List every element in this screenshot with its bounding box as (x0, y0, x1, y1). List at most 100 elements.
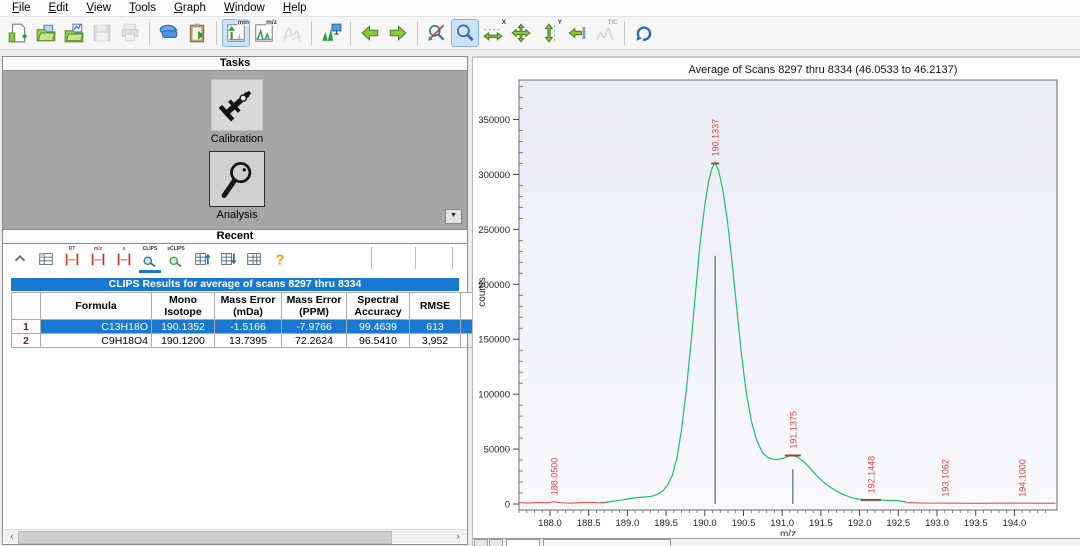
col-rmse[interactable]: RMSE (410, 293, 461, 320)
spectrum-view-button[interactable]: m/z (251, 20, 277, 46)
cell-mono-isotope[interactable]: 190.1200 (152, 334, 215, 348)
sclips-button[interactable]: sCLIPS (165, 248, 187, 270)
help-icon: ? (271, 250, 289, 268)
results-title-bar: CLIPS Results for average of scans 8297 … (11, 278, 459, 291)
peak-label: 192.1448 (866, 456, 876, 494)
toolbar-separator (216, 21, 217, 45)
icon-label: RT (61, 246, 83, 253)
task-analysis[interactable]: Analysis (185, 151, 289, 221)
pan-button[interactable] (508, 20, 534, 46)
toolbar-separator (624, 21, 625, 45)
cell-spectral-accuracy[interactable]: 99.4639 (347, 320, 410, 334)
expand-y-button[interactable]: Y (536, 20, 562, 46)
new-analysis-button[interactable] (5, 20, 31, 46)
task-calibration[interactable]: Calibration (185, 79, 289, 145)
back-button[interactable] (357, 20, 383, 46)
view-tab[interactable] (506, 539, 540, 546)
tab-scroll-right-button[interactable] (489, 539, 503, 546)
menu-file[interactable]: File (3, 2, 40, 14)
cell-rmse[interactable]: 3,952 (410, 334, 461, 348)
x-tick-label: 189.0 (615, 518, 639, 529)
cell-spectral-accuracy[interactable]: 96.5410 (347, 334, 410, 348)
tab-scroll-left-button[interactable] (474, 539, 488, 546)
cell-formula[interactable]: C9H18O4 (41, 334, 152, 348)
menu-view[interactable]: View (77, 2, 120, 14)
spectrum-plot[interactable]: Average of Scans 8297 thru 8334 (46.0533… (473, 58, 1080, 536)
col-mono-isotope[interactable]: Mono Isotope (152, 293, 215, 320)
table-view-button[interactable] (243, 248, 265, 270)
mz-range-button[interactable]: m/z (87, 248, 109, 270)
zoom-button[interactable] (452, 20, 478, 46)
x-tick-label: 188.5 (577, 518, 601, 529)
cell-mass-error-ppm[interactable]: 72.2624 (282, 334, 347, 348)
table-export-up-button[interactable] (191, 248, 213, 270)
results-table: Formula Mono Isotope Mass Error (mDa) Ma… (11, 292, 510, 348)
menu-help[interactable]: Help (274, 2, 316, 14)
view-tab[interactable] (543, 539, 671, 546)
arrow-right-icon (387, 22, 409, 44)
page-new-icon (7, 22, 29, 44)
col-formula[interactable]: Formula (41, 293, 152, 320)
grid-properties-button[interactable] (35, 248, 57, 270)
toolbar-separator (415, 247, 416, 269)
scroll-left-icon[interactable]: ‹ (6, 530, 18, 542)
expand-x-button[interactable]: X (480, 20, 506, 46)
menu-graph[interactable]: Graph (165, 2, 215, 14)
cell-formula[interactable]: C13H18O (41, 320, 152, 334)
cell-rmse[interactable]: 613 (410, 320, 461, 334)
scan-range-button[interactable]: s (113, 248, 135, 270)
help-button[interactable]: ? (269, 248, 291, 270)
rt-range-button[interactable]: RT (61, 248, 83, 270)
x-tick-label: 188.0 (538, 518, 562, 529)
icon-label: m/z (87, 246, 109, 253)
chromatogram-view-button[interactable]: min (223, 20, 249, 46)
grid-icon (37, 250, 55, 268)
cell-mono-isotope[interactable]: 190.1352 (152, 320, 215, 334)
peaks-gray-icon (281, 22, 303, 44)
col-mass-error-ppm[interactable]: Mass Error (PPM) (282, 293, 347, 320)
col-spectral-accuracy[interactable]: Spectral Accuracy (347, 293, 410, 320)
clips-button[interactable]: CLIPS (139, 248, 161, 270)
import-data-button[interactable] (61, 20, 87, 46)
caliper-icon (211, 79, 263, 131)
unzoom-tool-button[interactable] (424, 20, 450, 46)
peak-label: 194.1000 (1018, 459, 1028, 497)
paste-button[interactable] (184, 20, 210, 46)
link-icon (633, 22, 655, 44)
forward-button[interactable] (385, 20, 411, 46)
previous-zoom-button[interactable] (564, 20, 590, 46)
cell-mass-error-mda[interactable]: -1.5166 (215, 320, 282, 334)
recent-header: Recent (3, 230, 467, 244)
zoom-tool-icon (426, 22, 448, 44)
menu-edit[interactable]: Edit (40, 2, 78, 14)
toolbar-separator (452, 247, 453, 269)
y-tick-label: 50000 (484, 445, 510, 456)
collapse-button[interactable] (9, 248, 31, 270)
tic-button: TIC (592, 20, 618, 46)
icon-label: min (237, 19, 249, 26)
magnifier-icon (454, 22, 476, 44)
scroll-right-icon[interactable]: › (452, 530, 464, 542)
col-mass-error-mda[interactable]: Mass Error (mDa) (215, 293, 282, 320)
menu-tools[interactable]: Tools (120, 2, 165, 14)
cell-mass-error-mda[interactable]: 13.7395 (215, 334, 282, 348)
menu-window[interactable]: Window (215, 2, 274, 14)
tasks-dropdown-button[interactable]: ▼ (445, 209, 462, 224)
folder-open-icon (35, 22, 57, 44)
y-tick-label: 300000 (478, 170, 510, 181)
y-tick-label: 100000 (478, 390, 510, 401)
table-export-down-button[interactable] (217, 248, 239, 270)
link-views-button[interactable] (631, 20, 657, 46)
cell-mass-error-ppm[interactable]: -7.9766 (282, 320, 347, 334)
y-tick-label: 250000 (478, 225, 510, 236)
overlay-view-button (279, 20, 305, 46)
open-file-button[interactable] (33, 20, 59, 46)
scrollbar-thumb[interactable] (18, 531, 392, 544)
y-tick-label: 150000 (478, 335, 510, 346)
task-calibration-label: Calibration (185, 133, 289, 145)
table-row[interactable]: 1 C13H18O 190.1352 -1.5166 -7.9766 99.46… (12, 320, 510, 334)
horizontal-scrollbar[interactable]: ‹ › (4, 529, 466, 543)
table-row[interactable]: 2 C9H18O4 190.1200 13.7395 72.2624 96.54… (12, 334, 510, 348)
components-view-button[interactable] (318, 20, 344, 46)
copy-view-button[interactable] (156, 20, 182, 46)
